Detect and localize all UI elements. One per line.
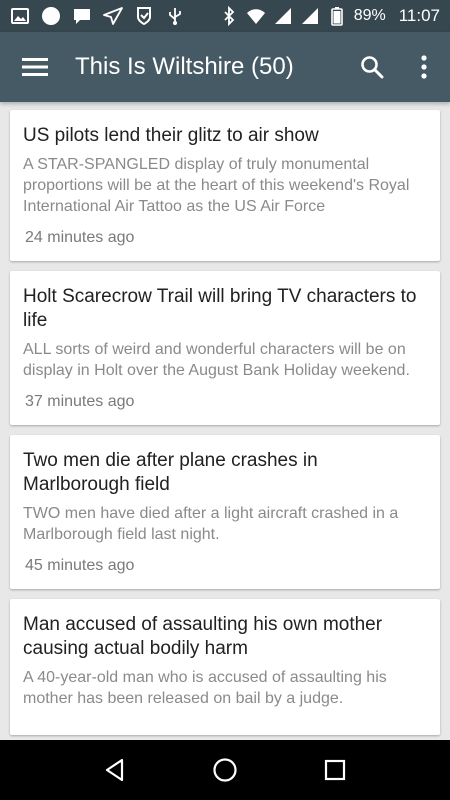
article-card[interactable]: Man accused of assaulting his own mother… [10,599,440,735]
notification-icons [10,6,185,26]
back-button[interactable] [85,740,145,800]
navigation-bar [0,740,450,800]
article-timestamp: 45 minutes ago [25,557,135,574]
article-title: Man accused of assaulting his own mother… [23,614,383,659]
search-button[interactable] [346,32,398,102]
circle-icon [42,7,60,25]
search-icon [361,56,384,79]
message-icon [74,9,90,24]
page-title: This Is Wiltshire (50) [75,53,294,80]
article-summary: A STAR-SPANGLED display of truly monumen… [23,156,410,215]
clock: 11:07 [398,6,440,25]
wifi-icon [246,9,265,24]
article-summary: TWO men have died after a light aircraft… [23,505,399,543]
menu-icon [22,58,48,76]
back-icon [105,758,124,782]
usb-icon [169,8,181,25]
article-timestamp: 37 minutes ago [25,393,135,410]
send-icon [103,7,123,25]
article-card[interactable]: Two men die after plane crashes in Marlb… [10,435,440,589]
overflow-menu-button[interactable] [398,32,450,102]
signal-icon-2 [301,8,318,24]
battery-icon [330,7,343,26]
article-title: Two men die after plane crashes in Marlb… [23,450,318,495]
article-timestamp: 24 minutes ago [25,229,135,246]
image-icon [11,8,29,24]
article-card[interactable]: Holt Scarecrow Trail will bring TV chara… [10,271,440,425]
home-button[interactable] [195,740,255,800]
article-title: Holt Scarecrow Trail will bring TV chara… [23,286,417,331]
article-summary: ALL sorts of weird and wonderful charact… [23,341,410,379]
app-bar: This Is Wiltshire (50) [0,32,450,102]
recents-button[interactable] [305,740,365,800]
article-list: US pilots lend their glitz to air show A… [0,102,450,740]
bluetooth-icon [224,6,234,26]
menu-button[interactable] [0,32,70,102]
home-icon [213,758,237,782]
more-vert-icon [421,55,427,79]
system-status: 89% 11:07 [219,6,440,26]
article-title: US pilots lend their glitz to air show [23,125,319,146]
status-bar: 89% 11:07 [0,0,450,32]
data-saver-icon [137,7,151,26]
article-summary: A 40-year-old man who is accused of assa… [23,669,387,707]
signal-icon [274,8,291,24]
article-card[interactable]: US pilots lend their glitz to air show A… [10,110,440,261]
battery-percent: 89% [353,7,386,24]
recents-icon [324,759,346,781]
